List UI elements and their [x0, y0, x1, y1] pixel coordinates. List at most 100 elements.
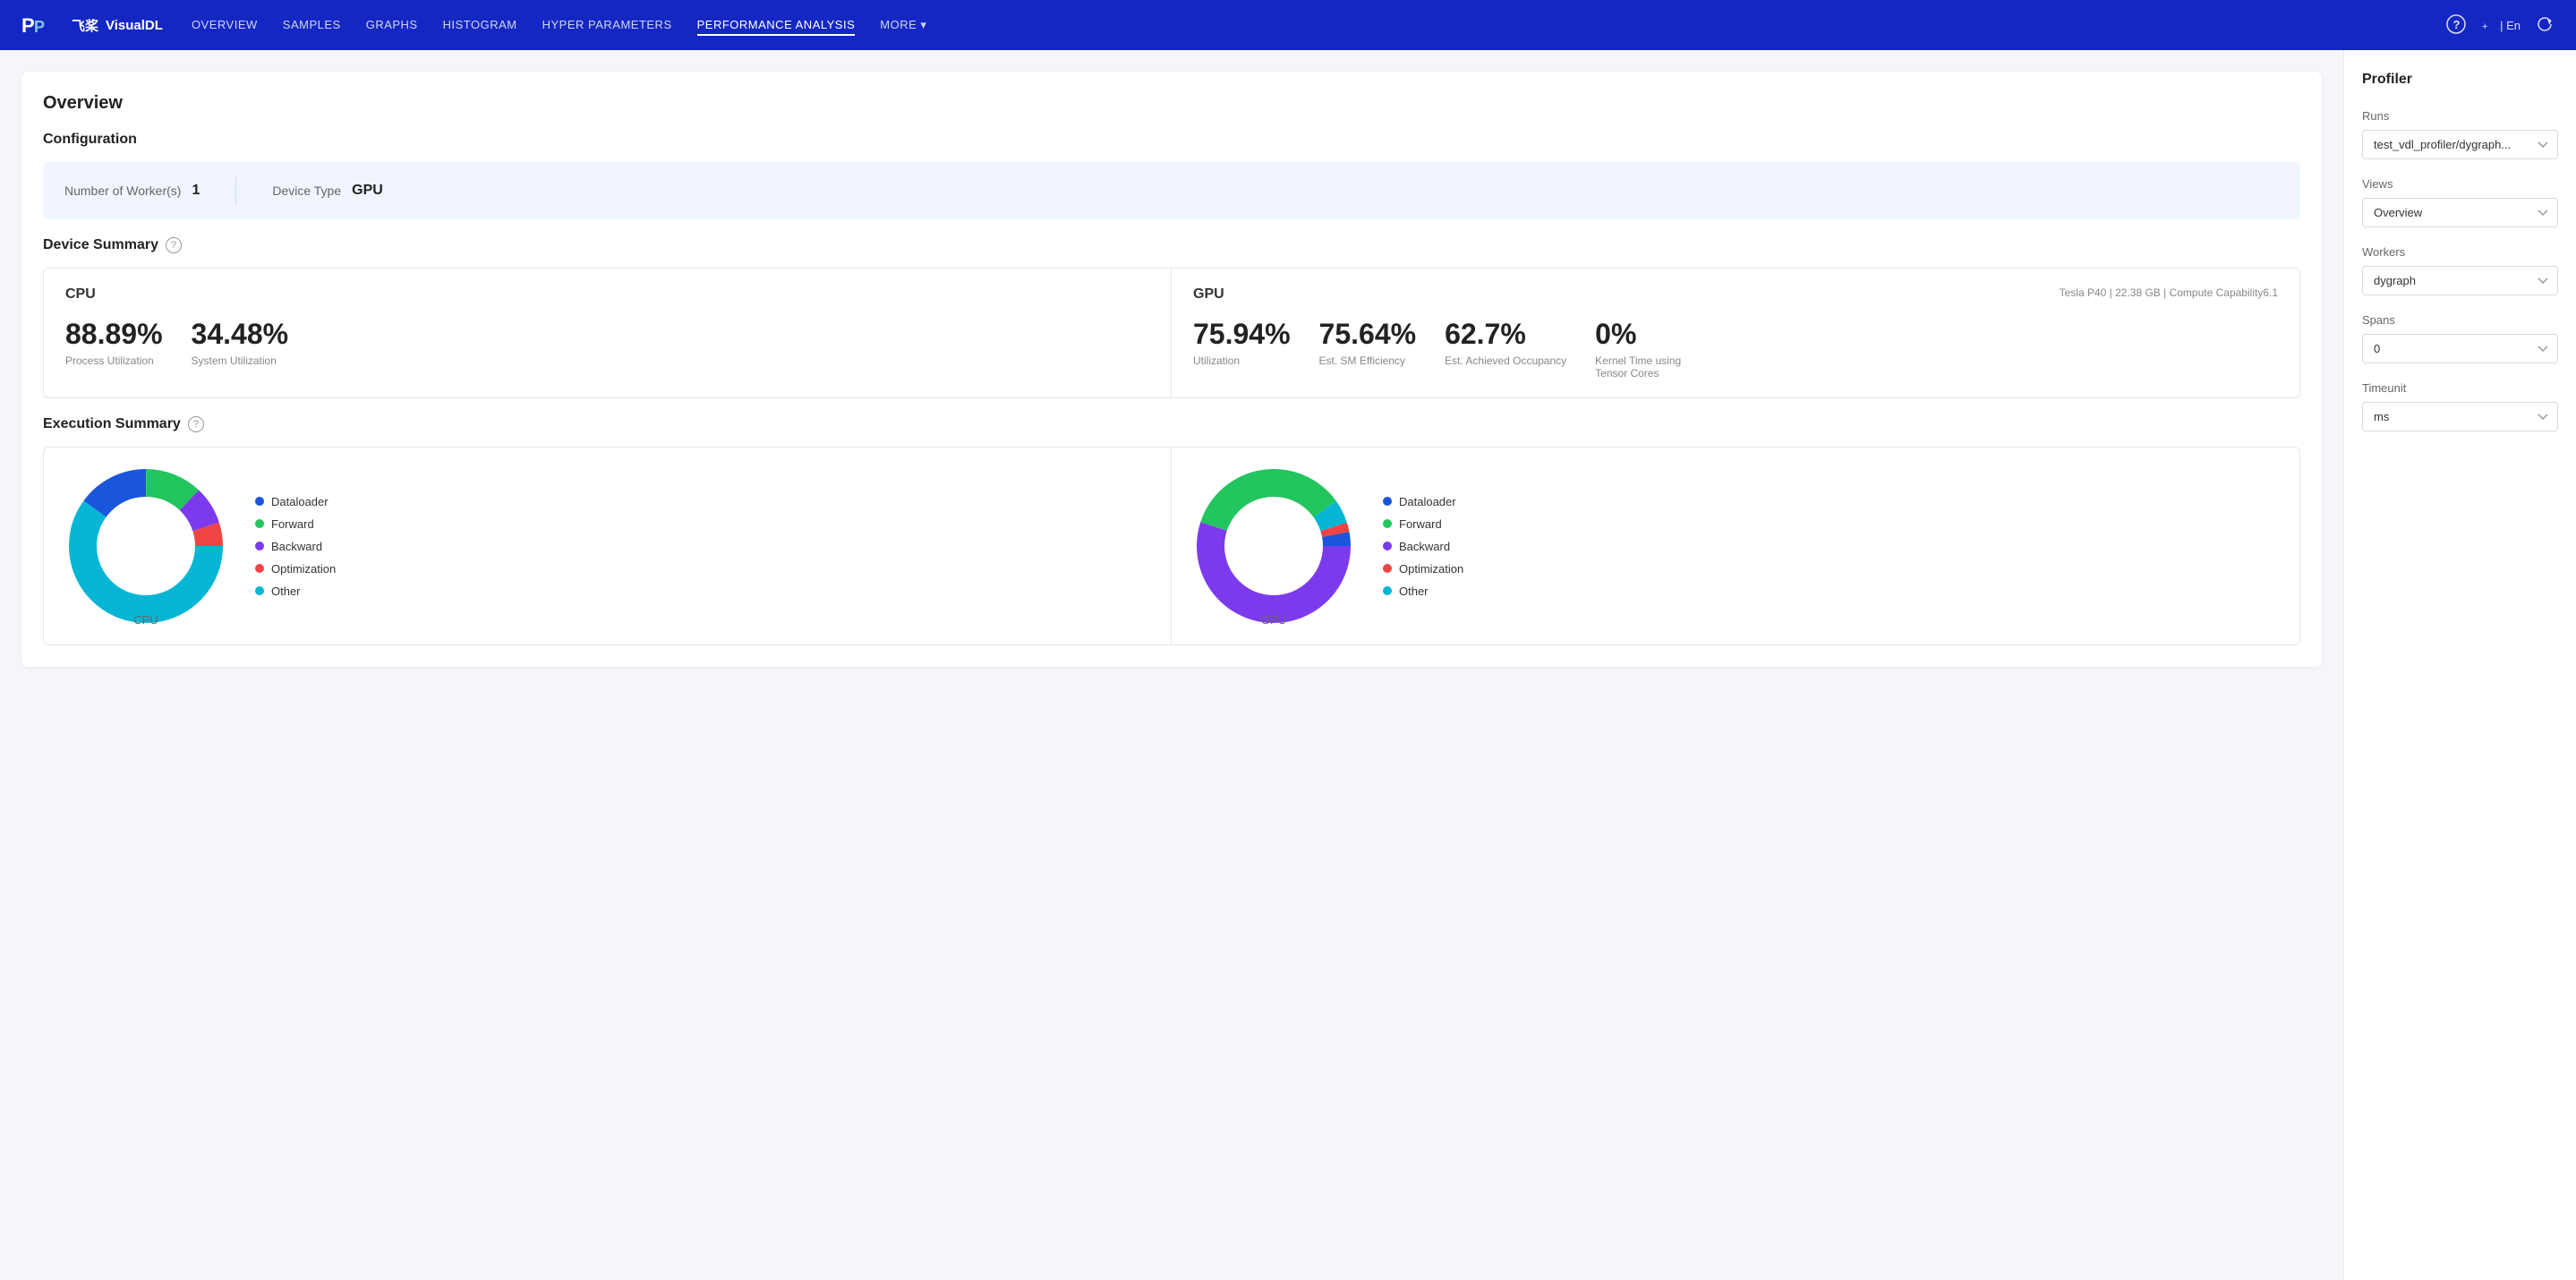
refresh-icon[interactable] — [2535, 14, 2555, 37]
legend-item-forward: Forward — [255, 517, 336, 531]
gpu-metrics-row: 75.94% Utilization 75.64% Est. SM Effici… — [1193, 317, 2278, 380]
spans-select[interactable]: 0 — [2362, 334, 2558, 363]
legend-item-optimization: Optimization — [255, 562, 336, 576]
workers-select[interactable]: dygraph — [2362, 266, 2558, 295]
cpu-chart-legend: Dataloader Forward Backward — [255, 495, 336, 598]
gpu-occ-value: 62.7% — [1445, 317, 1566, 351]
gpu-donut-wrapper: GPU — [1193, 465, 1354, 627]
nav-more[interactable]: MORE ▾ — [880, 14, 926, 36]
cpu-chart-label: CPU — [133, 613, 158, 627]
sidebar-views-section: Views Overview — [2362, 177, 2558, 227]
legend-label-gpu-optimization: Optimization — [1399, 562, 1463, 576]
nav-scalars[interactable]: Overview — [192, 14, 258, 36]
legend-label-gpu-backward: Backward — [1399, 540, 1450, 553]
cpu-chart-panel: CPU Dataloader Forward — [44, 448, 1172, 644]
legend-dot-other-cpu — [255, 586, 264, 595]
sidebar-workers-label: Workers — [2362, 245, 2558, 259]
main-layout: Overview Configuration Number of Worker(… — [0, 50, 2576, 1280]
cpu-system-util-value: 34.48% — [192, 317, 289, 351]
gpu-chart-panel: GPU Dataloader Forward — [1172, 448, 2299, 644]
num-workers-item: Number of Worker(s) 1 — [64, 183, 200, 199]
app-logo[interactable]: P P 飞桨 VisualDL — [21, 11, 163, 39]
page-title: Overview — [43, 93, 2300, 114]
gpu-util-value: 75.94% — [1193, 317, 1291, 351]
cpu-process-util-value: 88.89% — [65, 317, 163, 351]
svg-text:+: + — [2482, 21, 2487, 32]
navbar: P P 飞桨 VisualDL Overview SAMPLES GRAPHS … — [0, 0, 2576, 50]
config-divider — [235, 176, 236, 205]
configuration-row: Number of Worker(s) 1 Device Type GPU — [43, 162, 2300, 219]
legend-label-other-cpu: Other — [271, 585, 301, 598]
legend-item-gpu-forward: Forward — [1383, 517, 1463, 531]
legend-item-other-cpu: Other — [255, 585, 336, 598]
sidebar: Profiler Runs test_vdl_profiler/dygraph.… — [2343, 50, 2576, 1280]
cpu-donut-chart — [65, 465, 226, 627]
gpu-sm-efficiency: 75.64% Est. SM Efficiency — [1319, 317, 1417, 380]
device-type-value: GPU — [352, 183, 383, 199]
sidebar-timeunit-section: Timeunit ms — [2362, 381, 2558, 431]
sidebar-spans-label: Spans — [2362, 313, 2558, 327]
nav-hyper-parameters[interactable]: HYPER PARAMETERS — [542, 14, 672, 36]
help-icon[interactable]: ? — [2446, 14, 2466, 37]
gpu-occ-label: Est. Achieved Occupancy — [1445, 354, 1566, 367]
cpu-process-util-label: Process Utilization — [65, 354, 163, 367]
legend-label-optimization: Optimization — [271, 562, 336, 576]
navbar-right: ? + | En — [2446, 14, 2555, 37]
legend-item-gpu-backward: Backward — [1383, 540, 1463, 553]
legend-dot-gpu-dataloader — [1383, 497, 1392, 506]
legend-dot-gpu-forward — [1383, 519, 1392, 528]
logo-chinese: 飞桨 — [72, 16, 98, 35]
nav-links: Overview SAMPLES GRAPHS HISTOGRAM HYPER … — [192, 14, 2418, 36]
device-summary-header: Device Summary ? — [43, 237, 2300, 253]
svg-text:?: ? — [2453, 18, 2461, 31]
legend-label-forward: Forward — [271, 517, 314, 531]
device-summary-info-icon[interactable]: ? — [166, 237, 182, 253]
overview-card: Overview Configuration Number of Worker(… — [21, 72, 2322, 667]
device-grid: CPU 88.89% Process Utilization 34.48% Sy… — [43, 268, 2300, 398]
legend-dot-other-gpu — [1383, 586, 1392, 595]
gpu-panel: GPU Tesla P40 | 22.38 GB | Compute Capab… — [1172, 269, 2299, 397]
gpu-sm-value: 75.64% — [1319, 317, 1417, 351]
legend-item-gpu-dataloader: Dataloader — [1383, 495, 1463, 508]
execution-summary-section: Execution Summary ? — [43, 416, 2300, 645]
charts-container: CPU Dataloader Forward — [43, 447, 2300, 645]
gpu-chart-legend: Dataloader Forward Backward — [1383, 495, 1463, 598]
sidebar-spans-section: Spans 0 — [2362, 313, 2558, 363]
svg-text:P: P — [21, 14, 35, 37]
nav-performance-analysis[interactable]: PERFORMANCE ANALYSIS — [697, 14, 856, 36]
lang-switcher[interactable]: + | En — [2480, 17, 2521, 33]
device-summary-section: Device Summary ? CPU 88.89% Process Util… — [43, 237, 2300, 398]
configuration-section: Configuration Number of Worker(s) 1 Devi… — [43, 132, 2300, 219]
gpu-util-label: Utilization — [1193, 354, 1291, 367]
nav-graphs[interactable]: GRAPHS — [366, 14, 418, 36]
legend-item-backward: Backward — [255, 540, 336, 553]
legend-label-dataloader: Dataloader — [271, 495, 328, 508]
nav-histogram[interactable]: HISTOGRAM — [443, 14, 517, 36]
main-content: Overview Configuration Number of Worker(… — [0, 50, 2343, 1280]
legend-dot-gpu-backward — [1383, 542, 1392, 550]
gpu-sm-label: Est. SM Efficiency — [1319, 354, 1417, 367]
legend-item-other-gpu: Other — [1383, 585, 1463, 598]
device-summary-title: Device Summary — [43, 237, 158, 253]
sidebar-timeunit-label: Timeunit — [2362, 381, 2558, 395]
exec-summary-info-icon[interactable]: ? — [188, 416, 204, 432]
logo-text: VisualDL — [106, 18, 163, 33]
runs-select[interactable]: test_vdl_profiler/dygraph... — [2362, 130, 2558, 159]
cpu-donut-wrapper: CPU — [65, 465, 226, 627]
gpu-utilization: 75.94% Utilization — [1193, 317, 1291, 380]
gpu-tc-label: Kernel Time using Tensor Cores — [1595, 354, 1702, 380]
gpu-tensor-cores: 0% Kernel Time using Tensor Cores — [1595, 317, 1702, 380]
legend-label-gpu-dataloader: Dataloader — [1399, 495, 1456, 508]
num-workers-value: 1 — [192, 183, 200, 199]
gpu-donut-chart — [1193, 465, 1354, 627]
num-workers-label: Number of Worker(s) — [64, 183, 181, 198]
gpu-tc-value: 0% — [1595, 317, 1702, 351]
cpu-panel: CPU 88.89% Process Utilization 34.48% Sy… — [44, 269, 1172, 397]
configuration-title: Configuration — [43, 132, 2300, 148]
views-select[interactable]: Overview — [2362, 198, 2558, 227]
timeunit-select[interactable]: ms — [2362, 402, 2558, 431]
nav-samples[interactable]: SAMPLES — [283, 14, 341, 36]
cpu-system-util-label: System Utilization — [192, 354, 289, 367]
legend-dot-gpu-optimization — [1383, 564, 1392, 573]
gpu-meta: Tesla P40 | 22.38 GB | Compute Capabilit… — [2060, 286, 2278, 299]
